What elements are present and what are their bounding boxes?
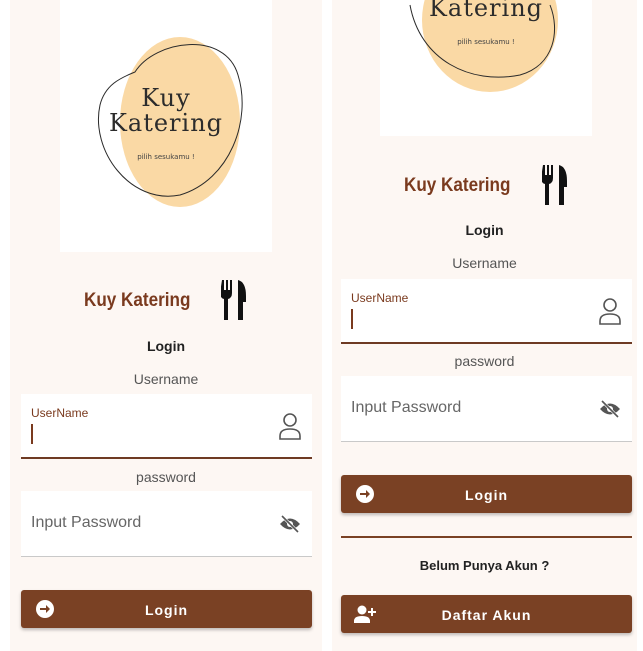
password-placeholder: Input Password <box>31 514 142 531</box>
password-label: password <box>454 353 515 369</box>
brand-name: Kuy Katering <box>84 290 191 311</box>
person-icon <box>279 413 301 440</box>
login-screen-left: Kuy Katering pilih sesukamu ! Kuy Kateri… <box>10 0 322 651</box>
text-caret <box>351 309 353 329</box>
person-icon <box>599 298 621 325</box>
register-button-label: Daftar Akun <box>441 607 532 623</box>
text-caret <box>31 424 33 444</box>
username-floating-label: UserName <box>31 406 89 420</box>
username-input[interactable]: UserName <box>341 279 632 344</box>
password-placeholder: Input Password <box>351 399 462 416</box>
register-button[interactable]: Daftar Akun <box>341 595 632 633</box>
password-input[interactable]: Input Password <box>21 491 312 557</box>
logo-tagline: pilih sesukamu ! <box>457 38 515 46</box>
login-heading: Login <box>146 338 186 354</box>
username-label: Username <box>452 255 517 271</box>
logo-title: Kuy Katering <box>108 84 224 138</box>
logo-tagline: pilih sesukamu ! <box>137 153 195 161</box>
login-screen-right: Katering pilih sesukamu ! Kuy Katering L… <box>332 0 637 651</box>
eye-off-icon[interactable] <box>279 515 301 533</box>
logo-card: Katering pilih sesukamu ! <box>380 0 592 136</box>
brand-name: Kuy Katering <box>404 175 511 196</box>
login-button-label: Login <box>144 602 189 618</box>
eye-off-icon[interactable] <box>599 400 621 418</box>
utensils-icon <box>542 165 567 205</box>
logo-card: Kuy Katering pilih sesukamu ! <box>60 0 272 252</box>
login-button[interactable]: Login <box>341 475 632 513</box>
login-button-label: Login <box>464 487 509 503</box>
logo-title: Katering <box>428 0 544 22</box>
utensils-icon <box>221 280 246 320</box>
divider <box>341 536 632 538</box>
username-label: Username <box>133 371 199 387</box>
username-floating-label: UserName <box>351 291 409 305</box>
password-input[interactable]: Input Password <box>341 376 632 442</box>
login-button[interactable]: Login <box>21 590 312 628</box>
register-question: Belum Punya Akun ? <box>419 558 550 573</box>
login-heading: Login <box>465 222 504 238</box>
username-input[interactable]: UserName <box>21 394 312 459</box>
password-label: password <box>136 469 196 485</box>
